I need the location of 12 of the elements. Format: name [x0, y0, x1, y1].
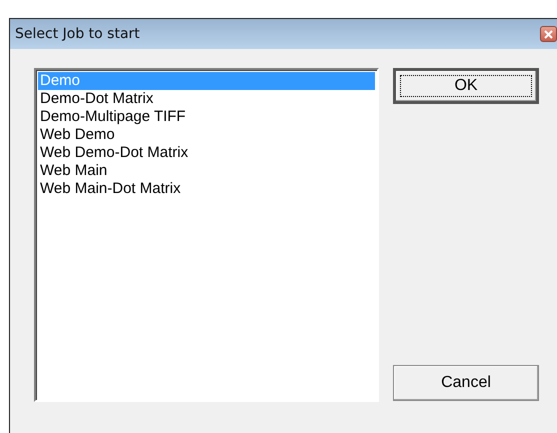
job-item[interactable]: Web Demo-Dot Matrix — [38, 144, 375, 162]
job-list[interactable]: Demo Demo-Dot Matrix Demo-Multipage TIFF Web Demo Web Demo-Dot Matrix Web Main Web Main-Dot Matrix — [34, 68, 379, 402]
job-item[interactable]: Demo-Multipage TIFF — [38, 108, 375, 126]
ok-button[interactable]: OK — [393, 68, 539, 104]
window-title: Select Job to start — [15, 26, 140, 42]
job-item[interactable]: Web Demo — [38, 126, 375, 144]
cancel-button[interactable]: Cancel — [393, 365, 539, 401]
job-item[interactable]: Demo-Dot Matrix — [38, 90, 375, 108]
close-icon — [544, 30, 553, 38]
close-button[interactable] — [540, 26, 557, 42]
job-item[interactable]: Web Main — [38, 162, 375, 180]
job-item[interactable]: Web Main-Dot Matrix — [38, 180, 375, 198]
